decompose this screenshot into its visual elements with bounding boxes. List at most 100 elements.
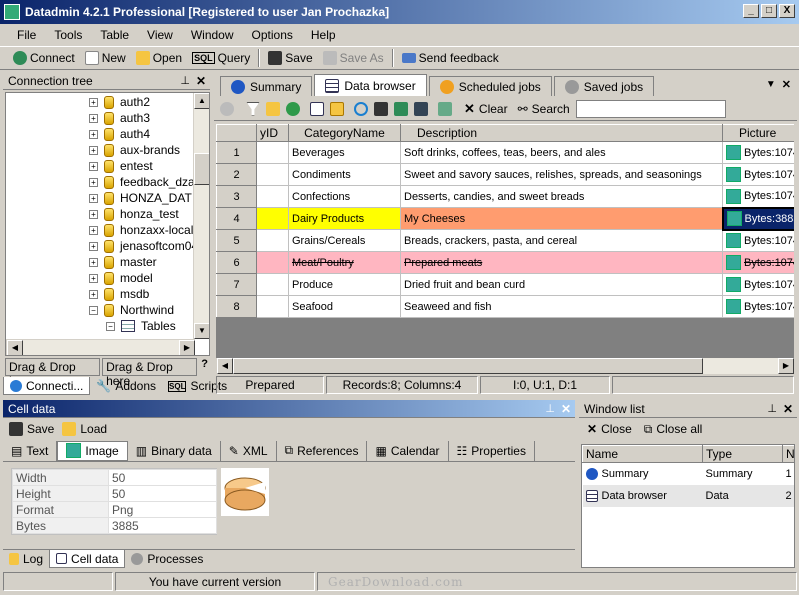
save-as-button[interactable]: Save As	[318, 51, 389, 65]
table-cell[interactable]: Dried fruit and bean curd	[400, 273, 723, 296]
table-cell[interactable]: Breads, crackers, pasta, and cereal	[400, 229, 723, 252]
pin-icon[interactable]: ⊥	[545, 402, 555, 415]
tree-item[interactable]: − Northwind	[6, 302, 209, 318]
tab-close-icon[interactable]: ✕	[782, 78, 791, 91]
table-cell[interactable]: Produce	[288, 273, 401, 296]
collapse-icon[interactable]: −	[89, 305, 98, 315]
query-button[interactable]: SQL Query	[187, 51, 255, 65]
table-cell[interactable]: Seaweed and fish	[400, 295, 723, 318]
expand-icon[interactable]: +	[89, 97, 98, 107]
tab-data-browser[interactable]: Data browser	[314, 74, 427, 96]
table-cell-modified[interactable]: Dairy Products	[288, 207, 401, 230]
row-number[interactable]: 1	[216, 141, 257, 164]
grid-hscrollbar[interactable]: ◀ ▶	[216, 358, 794, 374]
search-button[interactable]: ⚯ Search	[518, 102, 570, 116]
table-cell[interactable]: Bytes:1074	[722, 163, 794, 186]
table-cell[interactable]: Soft drinks, coffees, teas, beers, and a…	[400, 141, 723, 164]
power-icon[interactable]	[354, 101, 368, 116]
tree-item[interactable]: + master	[6, 254, 209, 270]
list-item[interactable]: Data browser Data 2	[582, 484, 794, 507]
table-cell[interactable]: Prepared meats	[400, 251, 723, 274]
menu-tools[interactable]: Tools	[45, 28, 91, 42]
tree-item[interactable]: + entest	[6, 158, 209, 174]
tab-properties[interactable]: ☷ Properties	[449, 440, 535, 461]
cell-save-button[interactable]: Save	[9, 422, 54, 436]
table-cell[interactable]: Bytes:1074	[722, 141, 794, 164]
column-header[interactable]: Picture	[722, 124, 794, 142]
tree-item[interactable]: + aux-brands	[6, 142, 209, 158]
refresh-icon[interactable]	[394, 101, 408, 116]
table-row[interactable]: 8 Seafood Seaweed and fish Bytes:1074	[216, 295, 794, 318]
save-icon[interactable]	[374, 101, 388, 116]
tab-list-dropdown-icon[interactable]: ▼	[766, 79, 776, 90]
tab-summary[interactable]: Summary	[220, 76, 313, 96]
tree-item-tables[interactable]: − Tables	[6, 318, 209, 334]
table-cell-focused[interactable]: Bytes:3885	[721, 206, 794, 231]
column-header[interactable]: Description	[400, 124, 723, 142]
collapse-icon[interactable]: −	[106, 321, 115, 331]
window-close-button[interactable]: ✕ Close	[587, 422, 632, 436]
tree-item[interactable]: + feedback_dza	[6, 174, 209, 190]
scroll-up-button[interactable]: ▲	[194, 93, 209, 109]
table-row[interactable]: 2 Condiments Sweet and savory sauces, re…	[216, 163, 794, 186]
expand-icon[interactable]: +	[89, 145, 98, 155]
menu-file[interactable]: File	[8, 28, 45, 42]
tree-item[interactable]: + auth4	[6, 126, 209, 142]
table-cell[interactable]	[256, 207, 289, 230]
expand-icon[interactable]: +	[89, 161, 98, 171]
expand-icon[interactable]: +	[89, 193, 98, 203]
table-cell[interactable]	[256, 273, 289, 296]
tab-references[interactable]: ⧉ References	[277, 440, 368, 461]
tab-binary-data[interactable]: ▥ Binary data	[128, 440, 221, 461]
column-header[interactable]: yID	[256, 124, 289, 142]
table-cell[interactable]	[256, 163, 289, 186]
table-cell[interactable]: Bytes:1074	[722, 251, 794, 274]
tree-item[interactable]: + honzaxx-local	[6, 222, 209, 238]
expand-icon[interactable]: +	[89, 289, 98, 299]
menu-window[interactable]: Window	[182, 28, 243, 42]
tab-log[interactable]: Log	[3, 550, 49, 568]
tree-item[interactable]: + auth2	[6, 94, 209, 110]
menu-view[interactable]: View	[138, 28, 182, 42]
row-number[interactable]: 4	[216, 207, 257, 230]
stop-icon[interactable]	[220, 101, 234, 116]
table-cell[interactable]	[256, 251, 289, 274]
table-cell[interactable]: Sweet and savory sauces, relishes, sprea…	[400, 163, 723, 186]
expand-icon[interactable]: +	[89, 273, 98, 283]
table-cell[interactable]: Desserts, candies, and sweet breads	[400, 185, 723, 208]
tree-item[interactable]: + honza_test	[6, 206, 209, 222]
paste-icon[interactable]	[330, 101, 344, 116]
row-number[interactable]: 3	[216, 185, 257, 208]
tree-item[interactable]: + HONZA_DAT	[6, 190, 209, 206]
panel-close-icon[interactable]: ✕	[783, 402, 793, 416]
tab-cell-data[interactable]: Cell data	[49, 550, 126, 568]
tab-xml[interactable]: ✎ XML	[221, 440, 277, 461]
save-button[interactable]: Save	[263, 51, 317, 65]
menu-options[interactable]: Options	[243, 28, 302, 42]
close-button[interactable]: X	[779, 4, 795, 18]
row-number[interactable]: 2	[216, 163, 257, 186]
table-row[interactable]: 7 Produce Dried fruit and bean curd Byte…	[216, 273, 794, 296]
table-cell[interactable]: My Cheeses	[400, 207, 723, 230]
tree-item[interactable]: + msdb	[6, 286, 209, 302]
scroll-right-button[interactable]: ▶	[778, 358, 794, 374]
drag-drop-zone[interactable]: Drag & Drop here	[5, 358, 101, 388]
table-cell[interactable]: Beverages	[288, 141, 401, 164]
row-number[interactable]: 8	[216, 295, 257, 318]
scroll-right-button[interactable]: ▶	[179, 340, 195, 355]
expand-icon[interactable]: +	[89, 129, 98, 139]
tab-processes[interactable]: Processes	[125, 550, 209, 568]
table-row[interactable]: 3 Confections Desserts, candies, and swe…	[216, 185, 794, 208]
maximize-button[interactable]: □	[761, 4, 777, 18]
send-feedback-button[interactable]: Send feedback	[397, 51, 504, 65]
expand-icon[interactable]: +	[89, 257, 98, 267]
minimize-button[interactable]: _	[743, 4, 759, 18]
scroll-thumb[interactable]	[194, 153, 209, 185]
column-header[interactable]: CategoryName	[288, 124, 401, 142]
tree-item[interactable]: + jenasoftcom04	[6, 238, 209, 254]
connection-tree[interactable]: + auth2 + auth3 + auth4 + aux-brands + entest…	[5, 92, 210, 356]
pin-icon[interactable]: ⊥	[767, 402, 777, 415]
transfer-icon[interactable]	[414, 101, 428, 116]
table-cell[interactable]: Bytes:1074	[722, 295, 794, 318]
tab-scheduled-jobs[interactable]: Scheduled jobs	[428, 76, 552, 96]
